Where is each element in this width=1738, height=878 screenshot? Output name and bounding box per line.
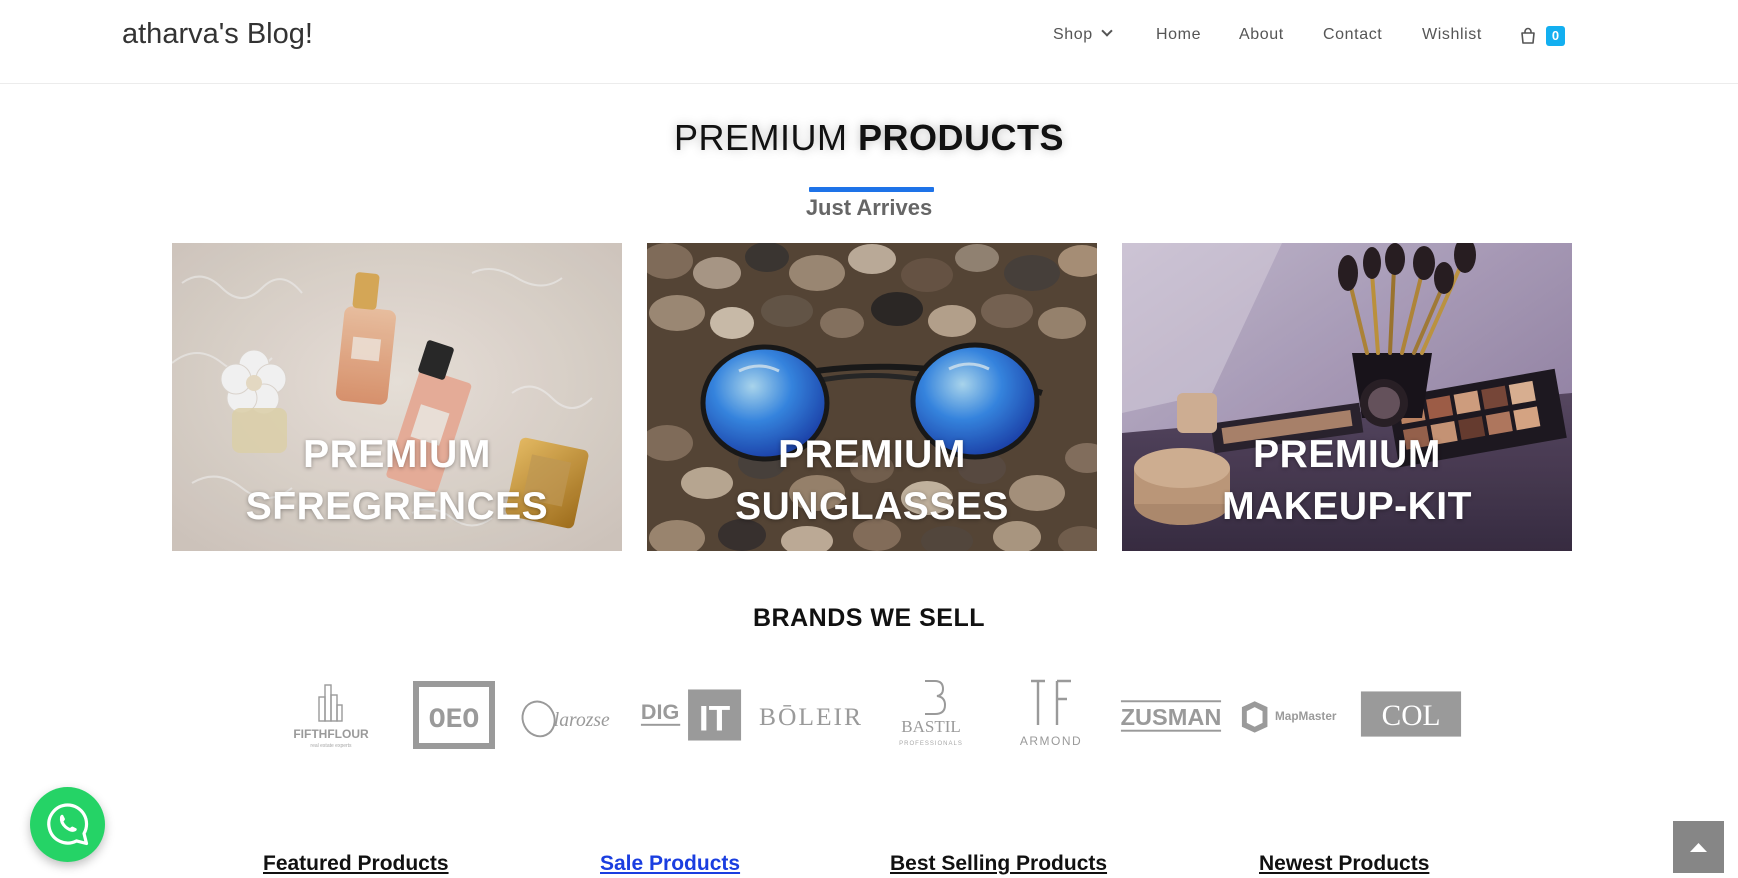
section-title-bold: PRODUCTS (857, 117, 1064, 158)
nav-home[interactable]: Home (1156, 26, 1201, 44)
brand-logo-fifthflour[interactable]: FIFTHFLOUR real estate experts (277, 675, 385, 755)
cart-count-badge: 0 (1546, 26, 1565, 46)
brand-logo-oeo[interactable]: OEO (397, 675, 505, 755)
site-header: atharva's Blog! Shop Home About Contact … (0, 0, 1738, 84)
brand-logo-armond[interactable]: ARMOND (997, 675, 1105, 755)
category-card-fragrances[interactable]: PREMIUM SFREGRENCES (172, 243, 622, 551)
brands-title: BRANDS WE SELL (753, 604, 985, 632)
bastil-logo: BASTIL PROFESSIONALS (899, 680, 963, 747)
zusman-logo: ZUSMAN (1121, 700, 1222, 732)
boleir-logo: BŌLEIR (759, 702, 863, 731)
armond-logo: ARMOND (1020, 679, 1082, 748)
card-label-line2: SUNGLASSES (735, 485, 1009, 528)
larozse-logo: larozse (521, 700, 610, 738)
site-logo[interactable]: atharva's Blog! (122, 18, 313, 51)
brand-logo-col[interactable]: COL (1357, 675, 1465, 755)
digit-logo: DIG IT (640, 689, 742, 741)
section-title: PREMIUM PRODUCTS (0, 117, 1738, 159)
title-accent-bar (809, 187, 934, 192)
card-label-line1: PREMIUM (778, 433, 966, 476)
brand-logo-zusman[interactable]: ZUSMAN (1117, 675, 1225, 755)
brand-logo-mapmaster[interactable]: MapMaster (1237, 675, 1345, 755)
tab-best-selling-products[interactable]: Best Selling Products (890, 852, 1107, 876)
brand-name: ARMOND (1020, 734, 1082, 748)
oeo-logo: OEO (413, 681, 495, 749)
nav-shop[interactable]: Shop (1053, 25, 1113, 44)
col-logo: COL (1360, 691, 1462, 737)
brand-name: BŌLEIR (759, 702, 863, 731)
brand-name: ZUSMAN (1121, 704, 1222, 730)
brand-name: OEO (429, 705, 479, 736)
card-label: PREMIUM SFREGRENCES (172, 429, 622, 533)
brand-logo-digit[interactable]: DIG IT (637, 675, 745, 755)
brand-tagline: PROFESSIONALS (899, 741, 963, 747)
brand-name: DIG (641, 699, 679, 724)
mapmaster-logo: MapMaster (1241, 701, 1337, 733)
nav-about[interactable]: About (1239, 26, 1284, 44)
tab-featured-products[interactable]: Featured Products (263, 852, 449, 876)
fifthflour-logo: FIFTHFLOUR real estate experts (293, 684, 369, 749)
brand-name: larozse (554, 710, 610, 731)
brand-logo-bastil[interactable]: BASTIL PROFESSIONALS (877, 675, 985, 755)
brand-name: FIFTHFLOUR (293, 727, 369, 741)
brand-logo-larozse[interactable]: larozse (517, 675, 625, 755)
brand-name: COL (1382, 700, 1441, 732)
section-subtitle: Just Arrives (805, 195, 933, 220)
tab-sale-products[interactable]: Sale Products (600, 852, 740, 876)
section-title-light: PREMIUM (673, 117, 858, 158)
whatsapp-chat-button[interactable] (30, 787, 105, 862)
brand-logo-boleir[interactable]: BŌLEIR (757, 675, 865, 755)
nav-wishlist[interactable]: Wishlist (1422, 26, 1482, 44)
card-label-line1: PREMIUM (303, 433, 491, 476)
card-label-line2: SFREGRENCES (245, 485, 549, 528)
card-label: PREMIUM MAKEUP-KIT (1122, 429, 1572, 533)
chevron-down-icon (1101, 25, 1113, 37)
card-label: PREMIUM SUNGLASSES (647, 429, 1097, 533)
whatsapp-icon (47, 803, 89, 846)
nav-shop-label: Shop (1053, 26, 1093, 43)
brand-name: MapMaster (1275, 710, 1337, 723)
brand-tagline: real estate experts (310, 743, 352, 749)
category-card-makeup-kit[interactable]: PREMIUM MAKEUP-KIT (1122, 243, 1572, 551)
card-label-line1: PREMIUM (1253, 433, 1441, 476)
scroll-to-top-button[interactable] (1673, 821, 1724, 873)
nav-contact[interactable]: Contact (1323, 26, 1382, 44)
card-label-line2: MAKEUP-KIT (1222, 485, 1472, 528)
chevron-up-icon (1690, 843, 1707, 852)
category-card-sunglasses[interactable]: PREMIUM SUNGLASSES (647, 243, 1097, 551)
shopping-bag-icon (1521, 27, 1535, 44)
tab-newest-products[interactable]: Newest Products (1259, 852, 1429, 876)
brand-name: BASTIL (901, 717, 961, 736)
brand-name-2: IT (699, 700, 731, 739)
